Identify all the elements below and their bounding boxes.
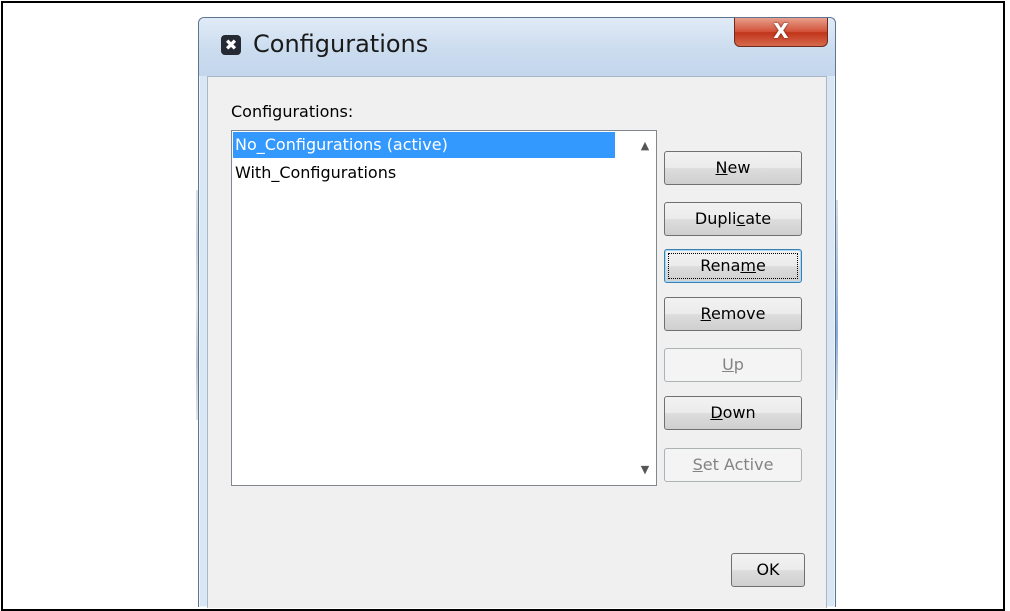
up-button-mnemonic: U: [722, 355, 734, 374]
new-button[interactable]: New: [664, 151, 802, 185]
focus-ring: [668, 253, 798, 279]
configurations-dialog: ✖ Configurations X Configurations: No_Co…: [198, 17, 836, 608]
close-button[interactable]: X: [734, 18, 828, 47]
duplicate-button-label-post: ate: [745, 209, 772, 228]
title-bar[interactable]: ✖ Configurations X: [199, 18, 835, 76]
app-icon: ✖: [221, 35, 241, 55]
down-button-label-post: own: [722, 403, 756, 422]
up-button[interactable]: Up: [664, 348, 802, 382]
rename-button[interactable]: Rename: [664, 249, 802, 283]
list-item-with-configurations[interactable]: With_Configurations: [233, 160, 615, 186]
down-button-mnemonic: D: [710, 403, 723, 422]
configurations-list-label: Configurations:: [231, 102, 354, 121]
list-scrollbar[interactable]: ▲ ▼: [634, 131, 656, 485]
up-button-label-post: p: [733, 355, 744, 374]
list-item-no-configurations[interactable]: No_Configurations (active): [233, 132, 615, 158]
duplicate-button-mnemonic: c: [736, 209, 746, 228]
new-button-label-post: ew: [727, 158, 751, 177]
new-button-mnemonic: N: [715, 158, 728, 177]
dialog-client-area: Configurations: No_Configurations (activ…: [207, 76, 827, 608]
scroll-down-icon[interactable]: ▼: [638, 463, 652, 477]
remove-button[interactable]: Remove: [664, 297, 802, 331]
duplicate-button[interactable]: Duplicate: [664, 202, 802, 236]
scroll-up-icon[interactable]: ▲: [638, 139, 652, 153]
ok-button[interactable]: OK: [731, 553, 805, 587]
configurations-list[interactable]: No_Configurations (active) With_Configur…: [231, 130, 657, 486]
dialog-title: Configurations: [253, 30, 429, 58]
remove-button-label-post: emove: [710, 304, 766, 323]
set-active-button-label-post: et Active: [702, 455, 774, 474]
down-button[interactable]: Down: [664, 396, 802, 430]
set-active-button-mnemonic: S: [692, 455, 703, 474]
set-active-button[interactable]: Set Active: [664, 448, 802, 482]
duplicate-button-label-pre: Dupli: [694, 209, 737, 228]
remove-button-mnemonic: R: [700, 304, 711, 323]
